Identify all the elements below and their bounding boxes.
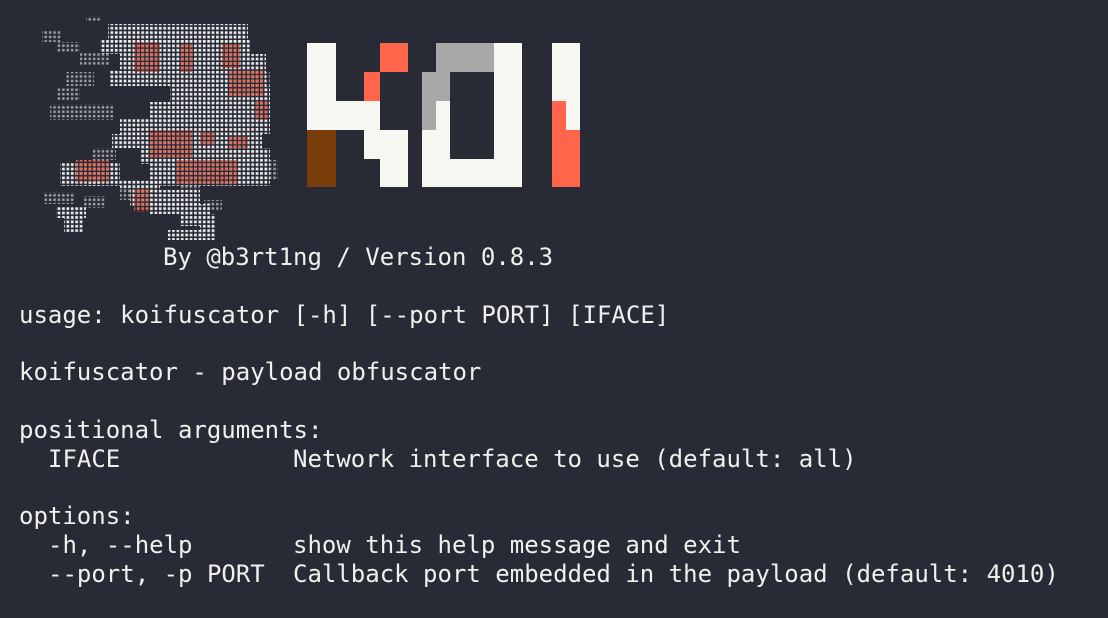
koi-fish-art-icon — [42, 16, 278, 240]
positional-arguments-header: positional arguments: — [19, 416, 323, 444]
option-help-name: -h, --help — [48, 531, 193, 559]
version-byline: By @b3rt1ng / Version 0.8.3 — [163, 243, 554, 271]
arg-iface-help: Network interface to use (default: all) — [293, 445, 857, 473]
option-port-name: --port, -p PORT — [48, 560, 265, 588]
option-help-description: show this help message and exit — [293, 531, 741, 559]
options-header: options: — [19, 502, 135, 530]
terminal-window: By @b3rt1ng / Version 0.8.3 usage: koifu… — [0, 0, 1108, 618]
koi-banner — [42, 16, 580, 240]
usage-line: usage: koifuscator [-h] [--port PORT] [I… — [19, 301, 670, 329]
option-port-description: Callback port embedded in the payload (d… — [293, 560, 1059, 588]
program-description: koifuscator - payload obfuscator — [19, 358, 482, 386]
arg-iface-name: IFACE — [48, 445, 121, 473]
koi-logo-icon — [307, 43, 580, 187]
